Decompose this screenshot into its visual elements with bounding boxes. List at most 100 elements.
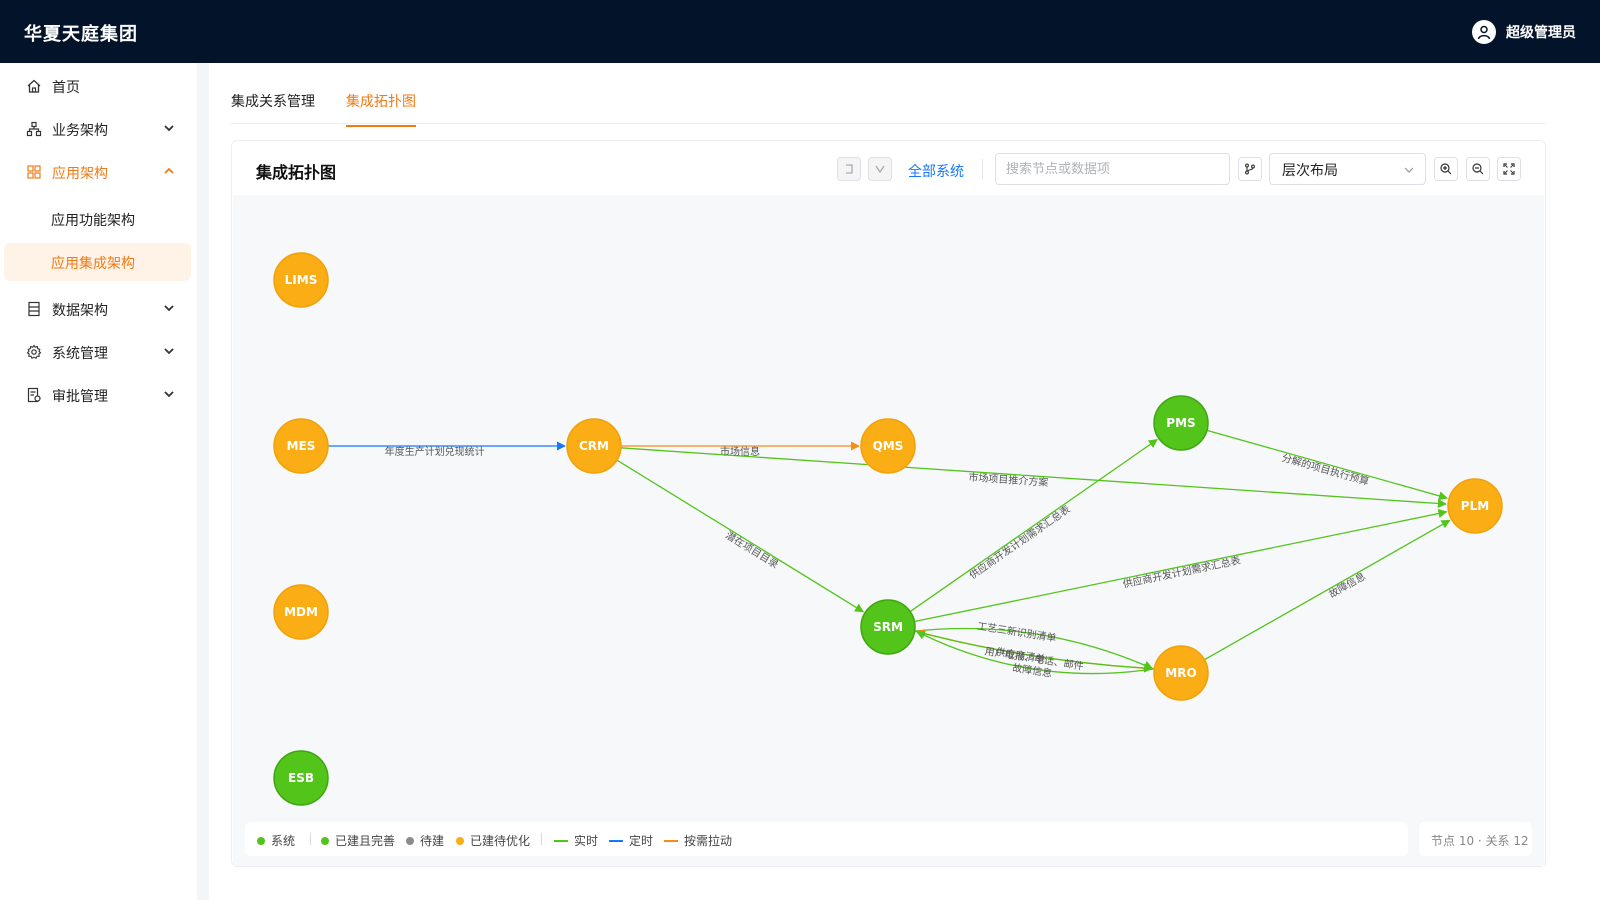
node-label: PLM (1461, 499, 1489, 513)
edge-label: 供应商开发计划需求汇总表 (1122, 554, 1242, 591)
node-label: QMS (873, 439, 904, 453)
node-label: MDM (284, 605, 318, 619)
node-crm[interactable]: CRM (566, 418, 622, 474)
legend-realtime: 实时 (554, 832, 598, 849)
chevron-down-icon (164, 305, 174, 312)
sidebar-item-label: 业务架构 (52, 123, 108, 139)
org-chart-icon (26, 121, 42, 137)
node-esb[interactable]: ESB (273, 750, 329, 806)
sidebar-item-label: 应用架构 (52, 166, 108, 182)
sidebar-item-approval-management[interactable]: 审批管理 (0, 373, 197, 417)
sidebar: 首页 业务架构 应用架构 应用功能架构 应用集成架构 数据架构 系统管理 审批管… (0, 63, 197, 900)
edge-label: 市场项目推介方案 (968, 471, 1049, 489)
fullscreen-button[interactable] (1497, 157, 1521, 181)
node-label: MES (287, 439, 316, 453)
sidebar-item-label: 数据架构 (52, 303, 108, 319)
node-label: SRM (873, 620, 903, 634)
node-mro[interactable]: MRO (1153, 645, 1209, 701)
undo-button[interactable] (837, 157, 861, 181)
tab-integration-topology[interactable]: 集成拓扑图 (346, 91, 416, 127)
edge-label: 故障信息 (1326, 569, 1367, 600)
undo-icon (846, 164, 853, 174)
chevron-down-icon (875, 165, 885, 174)
sidebar-item-system-management[interactable]: 系统管理 (0, 330, 197, 374)
node-lims[interactable]: LIMS (273, 252, 329, 308)
top-bar: 华夏天庭集团 超级管理员 (0, 0, 1600, 63)
edge-pms-plm[interactable] (1206, 429, 1448, 501)
chevron-up-icon (164, 167, 174, 174)
sidebar-subitem-app-function-architecture[interactable]: 应用功能架构 (4, 200, 191, 238)
node-srm[interactable]: SRM (860, 599, 916, 655)
topology-canvas[interactable]: 年度生产计划兑现统计 市场信息 市场项目推介方案 潜在项目目录 供应商开发计划需求汇总表… (233, 195, 1544, 866)
home-icon (27, 79, 41, 93)
node-mes[interactable]: MES (273, 418, 329, 474)
node-mdm[interactable]: MDM (273, 584, 329, 640)
node-label: MRO (1165, 666, 1196, 680)
user-menu[interactable]: 超级管理员 (1472, 20, 1576, 44)
edge-label: 年度生产计划兑现统计 (385, 445, 485, 458)
tab-bar: 集成关系管理 集成拓扑图 (231, 63, 1546, 127)
branch-filter-button[interactable] (1238, 157, 1262, 181)
user-icon (1472, 20, 1496, 44)
main-content: 集成关系管理 集成拓扑图 集成拓扑图 全部系统 层次布局 年度生产 (209, 63, 1600, 900)
zoom-in-button[interactable] (1434, 157, 1458, 181)
node-label: PMS (1166, 416, 1195, 430)
node-label: LIMS (285, 273, 318, 287)
search-input[interactable] (995, 153, 1230, 185)
zoom-in-icon (1440, 163, 1452, 175)
branch-icon (1245, 163, 1255, 175)
legend-built-complete: 已建且完善 (321, 832, 395, 849)
collapse-button[interactable] (868, 157, 892, 181)
sidebar-item-application-architecture[interactable]: 应用架构 (0, 150, 197, 194)
topology-graph[interactable]: 年度生产计划兑现统计 市场信息市场项目推介方案潜在项目目录 供应商开发计划需求汇总表… (233, 195, 1544, 866)
zoom-out-icon (1472, 163, 1484, 175)
chevron-down-icon (164, 391, 174, 398)
node-plm[interactable]: PLM (1447, 478, 1503, 534)
sidebar-item-label: 审批管理 (52, 389, 108, 405)
edge-label: 市场信息 (720, 445, 760, 458)
card-title: 集成拓扑图 (256, 163, 337, 182)
database-icon (28, 301, 40, 317)
node-label: CRM (579, 439, 609, 453)
node-qms[interactable]: QMS (860, 418, 916, 474)
edge-crm-srm[interactable] (616, 459, 865, 613)
sidebar-item-home[interactable]: 首页 (0, 64, 197, 108)
edge-label: 供应商开发计划需求汇总表 (967, 503, 1073, 582)
graph-stats: 节点 10 · 关系 12 (1419, 822, 1532, 856)
chevron-down-icon (164, 348, 174, 355)
legend-scheduled: 定时 (609, 832, 653, 849)
edge-label: 潜在项目目录 (723, 528, 781, 571)
node-label: ESB (288, 771, 314, 785)
sidebar-item-data-architecture[interactable]: 数据架构 (0, 287, 197, 331)
topology-card: 集成拓扑图 全部系统 层次布局 年度生产计划兑现统计 市场信息市场项目推介方案潜在… (231, 140, 1546, 867)
legend-on-demand: 按需拉动 (664, 832, 732, 849)
toolbar-divider (982, 159, 983, 179)
sidebar-item-label: 首页 (52, 80, 80, 96)
layout-select-value: 层次布局 (1282, 163, 1338, 179)
legend-pending: 待建 (406, 832, 444, 849)
legend-system: 系统 (257, 832, 295, 849)
edge-mro-plm[interactable] (1204, 519, 1451, 661)
zoom-out-button[interactable] (1466, 157, 1490, 181)
sidebar-item-label: 系统管理 (52, 346, 108, 362)
chevron-down-icon (1404, 167, 1414, 173)
grid-icon (27, 165, 41, 179)
sidebar-subitem-app-integration-architecture[interactable]: 应用集成架构 (4, 243, 191, 281)
gear-icon (26, 344, 42, 360)
brand-title: 华夏天庭集团 (24, 24, 138, 45)
node-pms[interactable]: PMS (1153, 395, 1209, 451)
edge-label: 工艺三新识别清单 (976, 619, 1057, 644)
user-name: 超级管理员 (1506, 25, 1576, 41)
approval-icon (27, 387, 41, 403)
fullscreen-icon (1503, 163, 1515, 175)
legend: 系统 已建且完善 待建 已建待优化 实时 定时 按需拉动 (245, 822, 1408, 856)
tab-integration-relations[interactable]: 集成关系管理 (231, 91, 315, 125)
edge-label: 分解的项目执行预算 (1280, 451, 1370, 488)
sidebar-subitem-label: 应用功能架构 (51, 213, 135, 229)
sidebar-item-business-architecture[interactable]: 业务架构 (0, 107, 197, 151)
layout-select[interactable]: 层次布局 (1269, 153, 1426, 185)
all-systems-link[interactable]: 全部系统 (908, 161, 964, 181)
edge-srm-pms[interactable] (909, 439, 1158, 613)
sidebar-subitem-label: 应用集成架构 (51, 256, 135, 272)
legend-built-optimize: 已建待优化 (456, 832, 530, 849)
